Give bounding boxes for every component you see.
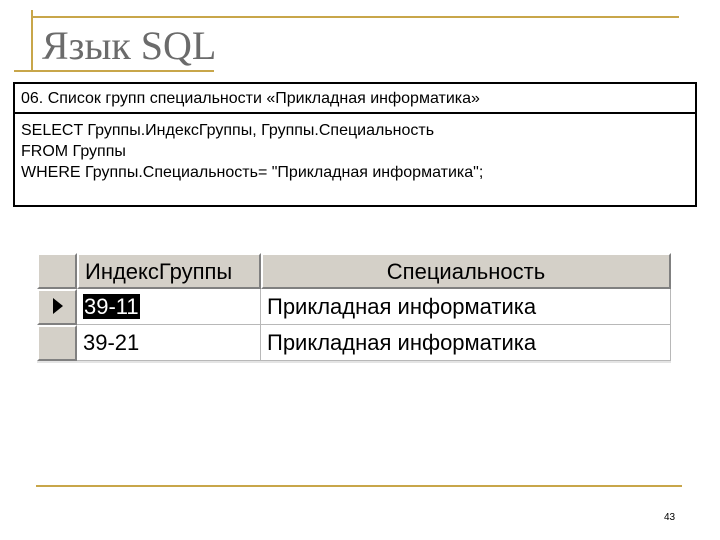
table-row-2-specialty-cell[interactable]: Прикладная информатика [261,325,671,361]
row-selector-2[interactable] [37,325,77,361]
title-accent-vertical-line [31,10,33,70]
table-row-1-specialty-cell[interactable]: Прикладная информатика [261,289,671,325]
slide-title: Язык SQL [42,23,217,68]
page-number: 43 [664,512,676,523]
table-row-2-index-cell[interactable]: 39-21 [77,325,261,361]
result-datasheet: ИндексГруппы Специальность 39-11 Приклад… [37,253,671,363]
query-description: 06. Список групп специальности «Прикладн… [15,84,695,114]
selected-cell-text: 39-11 [83,294,140,319]
table-row-1-index-cell[interactable]: 39-11 [77,289,261,325]
sql-query-box: 06. Список групп специальности «Прикладн… [13,82,697,207]
sql-from-line: FROM Группы [21,143,126,160]
sql-code: SELECT Группы.ИндексГруппы, Группы.Специ… [15,114,695,183]
sql-where-line: WHERE Группы.Специальность= "Прикладная … [21,164,484,181]
bottom-accent-line [36,485,682,487]
column-header-specialty[interactable]: Специальность [261,253,671,289]
sql-select-line: SELECT Группы.ИндексГруппы, Группы.Специ… [21,122,435,139]
grid-corner-selector[interactable] [37,253,77,289]
title-underline [14,70,214,72]
column-header-index[interactable]: ИндексГруппы [77,253,261,289]
row-selector-1[interactable] [37,289,77,325]
top-accent-line [31,16,679,18]
current-record-arrow-icon [53,298,63,314]
